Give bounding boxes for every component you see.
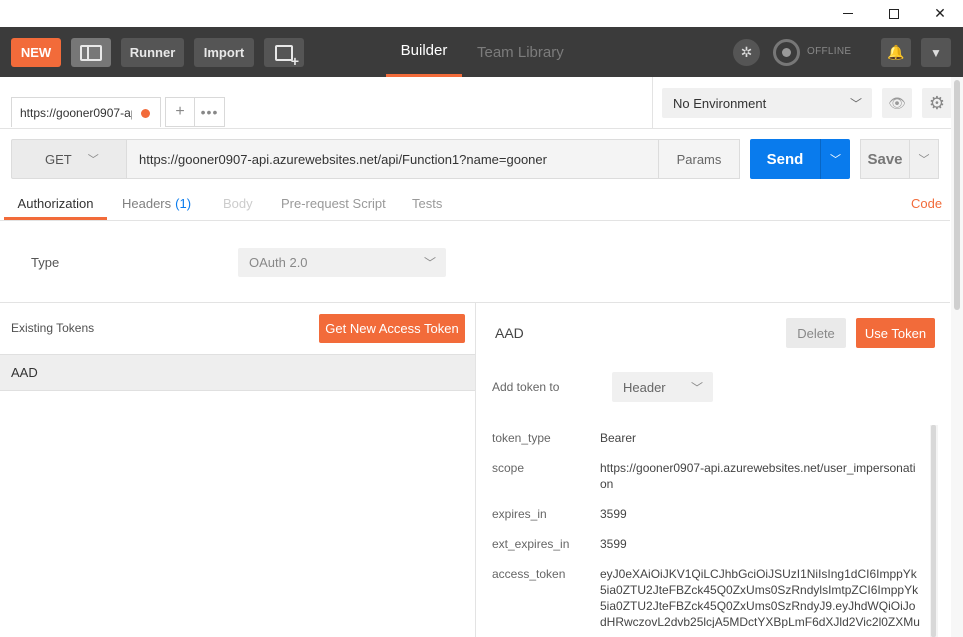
params-button[interactable]: Params [658,139,740,179]
add-token-to-select[interactable]: Header ﹀ [612,372,713,402]
request-tab-row: https://gooner0907-ap + ••• No Environme… [0,77,963,129]
tab-body[interactable]: Body [223,190,253,220]
code-link[interactable]: Code [911,190,942,220]
interceptor-icon[interactable]: ✲ [733,39,760,66]
save-options-chevron-down-icon[interactable]: ﹀ [909,139,939,179]
tab-authorization[interactable]: Authorization [4,190,107,220]
auth-type-value: OAuth 2.0 [249,255,308,270]
tab-builder[interactable]: Builder [386,27,462,77]
sync-dot-icon [782,48,791,57]
chevron-down-icon: ﹀ [423,256,436,270]
add-token-to-value: Header [623,379,666,395]
send-button[interactable]: Send [750,139,820,179]
add-tab-button[interactable]: + [165,97,195,127]
unsaved-dot-icon [141,109,150,118]
request-tab-label: https://gooner0907-ap [20,105,132,120]
toggle-sidebar-button[interactable] [71,38,111,67]
minimize-button[interactable] [825,0,871,27]
url-input[interactable]: https://gooner0907-api.azurewebsites.net… [127,139,659,179]
minimize-icon [843,13,853,14]
divider [0,220,950,221]
sidebar-layout-icon [80,44,102,61]
tab-pre-request-script[interactable]: Pre-request Script [281,190,386,220]
use-token-button[interactable]: Use Token [856,318,935,348]
save-button[interactable]: Save [860,139,910,179]
environment-select-value: No Environment [673,95,767,111]
field-key: expires_in [492,507,547,521]
field-key: token_type [492,431,551,445]
sync-status-label: OFFLINE [807,46,852,57]
window-titlebar: ✕ [0,0,963,27]
settings-chevron-down-icon[interactable]: ▼ [921,38,951,67]
main-toolbar: NEW Runner Import Builder Team Library ✲… [0,27,963,77]
environment-quick-look-eye-icon[interactable]: 👁 [882,88,912,118]
tab-tests[interactable]: Tests [412,190,442,220]
runner-button[interactable]: Runner [121,38,184,67]
sync-status-icon[interactable] [773,39,800,66]
field-value: https://gooner0907-api.azurewebsites.net… [600,461,916,491]
field-value: 3599 [600,537,627,551]
chevron-down-icon: ﹀ [849,97,862,111]
chevron-down-icon: ﹀ [690,381,703,395]
chevron-down-icon: ﹀ [87,154,99,166]
divider [475,302,476,637]
token-name: AAD [11,365,38,380]
tab-headers[interactable]: Headers (1) [122,190,191,220]
method-value: GET [45,151,72,167]
import-button[interactable]: Import [194,38,254,67]
maximize-button[interactable] [871,0,917,27]
maximize-icon [889,8,899,19]
auth-type-label: Type [31,255,60,270]
get-new-access-token-button[interactable]: Get New Access Token [319,314,465,343]
existing-tokens-label: Existing Tokens [11,321,95,335]
new-window-icon [275,44,299,69]
tab-team-library[interactable]: Team Library [477,27,564,77]
new-button[interactable]: NEW [11,38,61,67]
more-tabs-button[interactable]: ••• [195,97,225,127]
manage-environments-gear-icon[interactable]: ⚙ [922,88,952,118]
list-item[interactable]: AAD [0,354,475,391]
method-select[interactable]: GET ﹀ [11,139,127,179]
auth-type-select[interactable]: OAuth 2.0 ﹀ [238,248,446,277]
field-value: 3599 [600,507,627,521]
detail-scrollbar-thumb[interactable] [931,425,936,637]
delete-token-button[interactable]: Delete [786,318,846,348]
token-detail-title: AAD [495,325,524,341]
new-window-button[interactable] [264,38,304,69]
environment-select[interactable]: No Environment ﹀ [662,88,872,118]
field-key: scope [492,461,525,475]
access-token-value: eyJ0eXAiOiJKV1QiLCJhbGciOiJSUzI1NiIsIng1… [600,567,920,628]
notifications-bell-icon[interactable]: 🔔 [881,38,911,67]
send-options-chevron-down-icon[interactable]: ﹀ [820,139,850,179]
main-scrollbar-thumb[interactable] [954,80,960,310]
divider [652,77,653,129]
field-key: ext_expires_in [492,537,570,551]
field-key: access_token [492,567,566,581]
tab-headers-label: Headers [122,196,172,211]
close-button[interactable]: ✕ [917,0,963,27]
request-tab[interactable]: https://gooner0907-ap [11,97,161,127]
headers-count-badge: (1) [175,196,192,211]
field-value: Bearer [600,431,637,445]
add-token-to-label: Add token to [492,380,560,394]
